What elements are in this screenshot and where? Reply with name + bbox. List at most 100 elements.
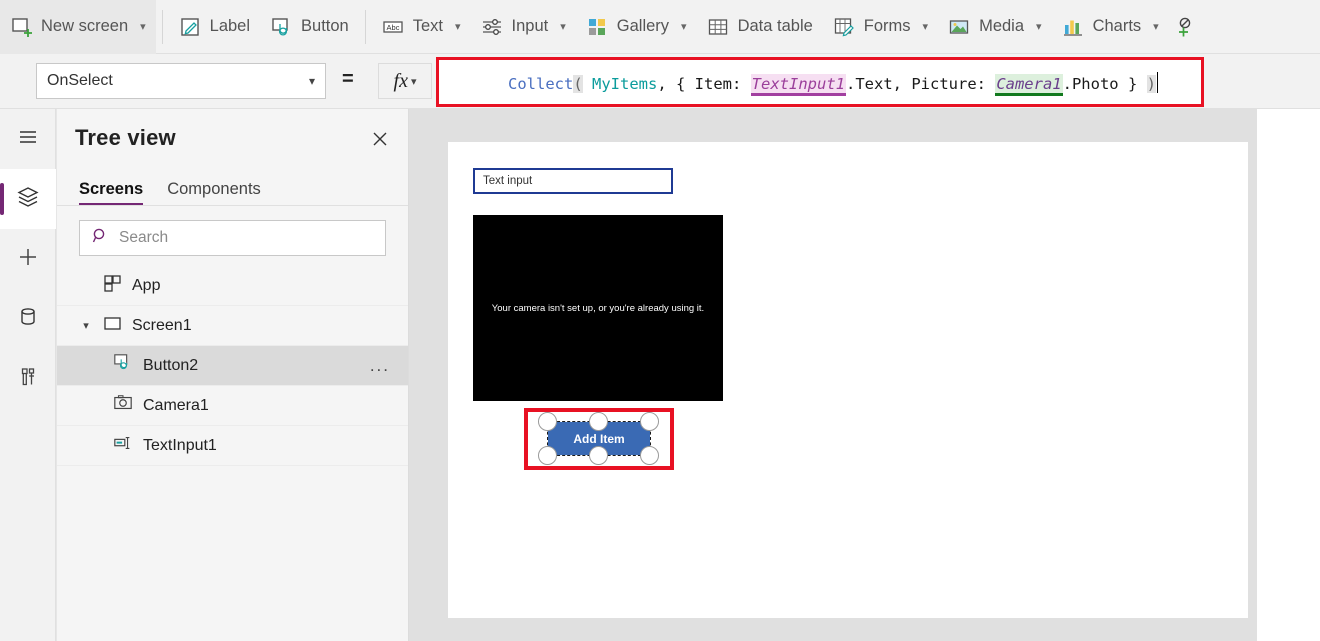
data-table-label: Data table [738, 17, 813, 36]
gallery-menu[interactable]: Gallery ▾ [576, 0, 697, 54]
close-icon[interactable] [368, 127, 392, 151]
icons-add-icon [1173, 16, 1195, 38]
rail-item-media[interactable] [0, 349, 56, 409]
button-button[interactable]: Button [260, 0, 359, 54]
formula-token-textinput1: TextInput1 [751, 74, 846, 96]
gallery-menu-label: Gallery [617, 17, 669, 36]
canvas-camera-control[interactable]: Your camera isn't set up, or you're alre… [473, 215, 723, 401]
resize-handle-top-left[interactable] [538, 412, 557, 431]
toolbar-group-insert: Abc Text ▾ Input ▾ [372, 0, 1199, 54]
chevron-down-icon[interactable]: ▾ [79, 319, 93, 332]
gallery-icon [586, 16, 608, 38]
chevron-down-icon: ▾ [309, 74, 315, 88]
canvas-text-input-value: Text input [483, 175, 532, 187]
chevron-down-icon: ▾ [923, 20, 929, 33]
tree-node-textinput1[interactable]: TextInput1 [57, 426, 408, 466]
plus-icon [15, 244, 41, 275]
app-icon [103, 274, 122, 298]
property-select[interactable]: OnSelect ▾ [36, 63, 326, 99]
resize-handle-top-right[interactable] [640, 412, 659, 431]
button-button-label: Button [301, 17, 349, 36]
text-icon: Abc [382, 16, 404, 38]
media-tools-icon [15, 364, 41, 395]
resize-handle-bottom-right[interactable] [640, 446, 659, 465]
formula-token-close-paren: ) [1147, 75, 1156, 93]
charts-menu-label: Charts [1093, 17, 1142, 36]
tree-node-overflow-menu[interactable]: ... [370, 362, 390, 370]
textinput-icon [113, 433, 133, 458]
button-icon [270, 16, 292, 38]
text-menu-label: Text [413, 17, 443, 36]
formula-token-open-paren: ( [573, 75, 582, 93]
top-toolbar: New screen ▾ Label [0, 0, 1320, 54]
media-menu[interactable]: Media ▾ [938, 0, 1051, 54]
new-screen-label: New screen [41, 17, 128, 36]
forms-menu[interactable]: Forms ▾ [823, 0, 938, 54]
camera-icon [113, 393, 133, 418]
chevron-down-icon: ▾ [1153, 20, 1159, 33]
formula-input[interactable]: Collect( MyItems, { Item: TextInput1.Tex… [442, 63, 1198, 101]
resize-handle-bottom-left[interactable] [538, 446, 557, 465]
label-icon [179, 16, 201, 38]
power-apps-studio: New screen ▾ Label [0, 0, 1320, 641]
text-menu[interactable]: Abc Text ▾ [372, 0, 471, 54]
chevron-down-icon: ▾ [560, 20, 566, 33]
new-screen-button[interactable]: New screen ▾ [0, 0, 156, 54]
tab-screens[interactable]: Screens [79, 180, 143, 205]
tab-components[interactable]: Components [167, 180, 261, 205]
tree-view-header: Tree view [57, 109, 408, 167]
right-properties-pane [1257, 109, 1320, 641]
forms-menu-label: Forms [864, 17, 911, 36]
chevron-down-icon: ▾ [455, 20, 461, 33]
equals-sign: = [342, 68, 354, 91]
tree-node-screen1[interactable]: ▾ Screen1 [57, 306, 408, 346]
search-input[interactable]: Search [79, 220, 386, 256]
tree-view-tabs: Screens Components [57, 167, 408, 205]
formula-token-collection: MyItems [592, 75, 657, 93]
rail-item-insert[interactable] [0, 229, 56, 289]
formula-token-record-start: , { Item: [657, 75, 750, 93]
tree-node-screen1-label: Screen1 [132, 317, 192, 335]
hamburger-icon [15, 124, 41, 155]
canvas-add-item-button-label: Add Item [573, 432, 624, 446]
formula-token-space [583, 75, 592, 93]
tree-node-button2[interactable]: Button2 ... [57, 346, 408, 386]
button-icon [113, 353, 133, 378]
formula-token-photo-prop: .Photo } [1063, 75, 1147, 93]
canvas-text-input[interactable]: Text input [473, 168, 673, 194]
layers-icon [15, 184, 41, 215]
tree-node-camera1-label: Camera1 [143, 397, 209, 415]
database-icon [15, 304, 41, 335]
chevron-down-icon: ▾ [681, 20, 687, 33]
tree-node-app[interactable]: App [57, 266, 408, 306]
svg-text:Abc: Abc [386, 23, 399, 32]
screen-icon [103, 314, 122, 338]
input-menu[interactable]: Input ▾ [471, 0, 576, 54]
input-icon [481, 16, 503, 38]
media-icon [948, 16, 970, 38]
tree-node-button2-label: Button2 [143, 357, 198, 375]
text-cursor [1157, 72, 1159, 93]
label-button[interactable]: Label [169, 0, 260, 54]
data-table-button[interactable]: Data table [697, 0, 823, 54]
rail-item-treeview[interactable] [0, 169, 56, 229]
media-menu-label: Media [979, 17, 1024, 36]
chevron-down-icon: ▾ [140, 20, 146, 33]
tree-search-wrap: Search [57, 206, 408, 266]
app-canvas[interactable]: Text input Your camera isn't set up, or … [448, 142, 1248, 618]
chevron-down-icon: ▾ [411, 75, 417, 88]
charts-icon [1062, 16, 1084, 38]
resize-handle-bottom-center[interactable] [589, 446, 608, 465]
fx-button[interactable]: fx ▾ [378, 63, 432, 99]
rail-item-menu[interactable] [0, 109, 56, 169]
resize-handle-top-center[interactable] [589, 412, 608, 431]
charts-menu[interactable]: Charts ▾ [1052, 0, 1169, 54]
new-screen-icon [10, 16, 32, 38]
tree-node-camera1[interactable]: Camera1 [57, 386, 408, 426]
icons-add-button[interactable] [1169, 0, 1199, 54]
search-placeholder: Search [119, 229, 168, 247]
data-table-icon [707, 16, 729, 38]
toolbar-divider [162, 10, 163, 44]
rail-item-data[interactable] [0, 289, 56, 349]
canvas-stage: Text input Your camera isn't set up, or … [409, 109, 1320, 641]
